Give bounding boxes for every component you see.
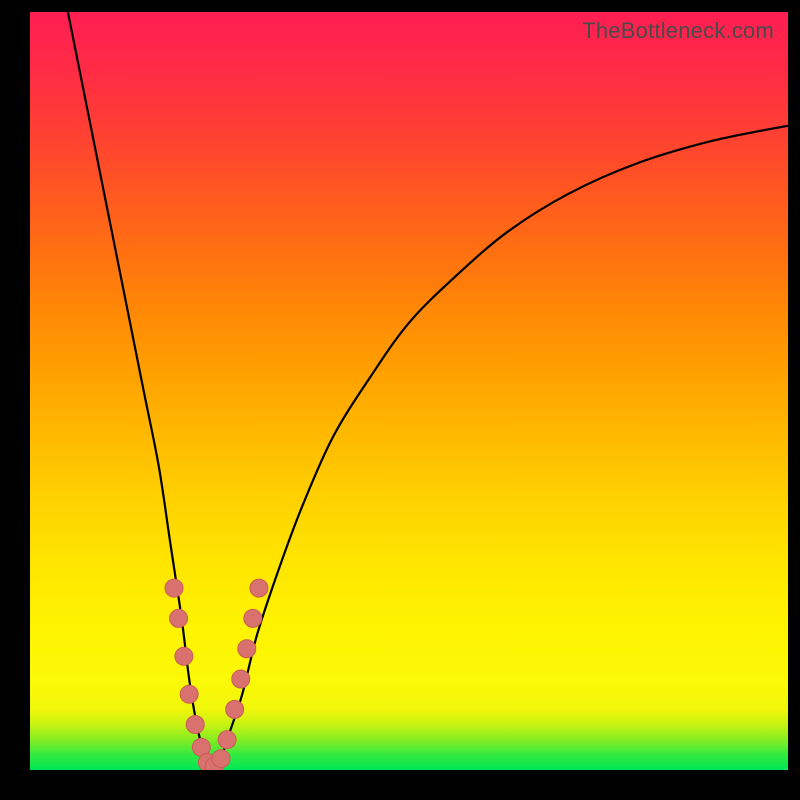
plot-area: TheBottleneck.com: [30, 12, 788, 770]
sample-dot: [226, 700, 244, 718]
bottleneck-curve: [30, 12, 788, 770]
sample-dot: [175, 647, 193, 665]
sample-dot: [212, 750, 230, 768]
sample-dot: [244, 609, 262, 627]
sample-dot: [170, 609, 188, 627]
chart-frame: TheBottleneck.com: [0, 0, 800, 800]
sample-dot: [218, 731, 236, 749]
sample-dot: [238, 640, 256, 658]
sample-dot: [186, 716, 204, 734]
sample-dot: [165, 579, 183, 597]
sample-dot: [180, 685, 198, 703]
sample-dot: [250, 579, 268, 597]
sample-dot: [232, 670, 250, 688]
